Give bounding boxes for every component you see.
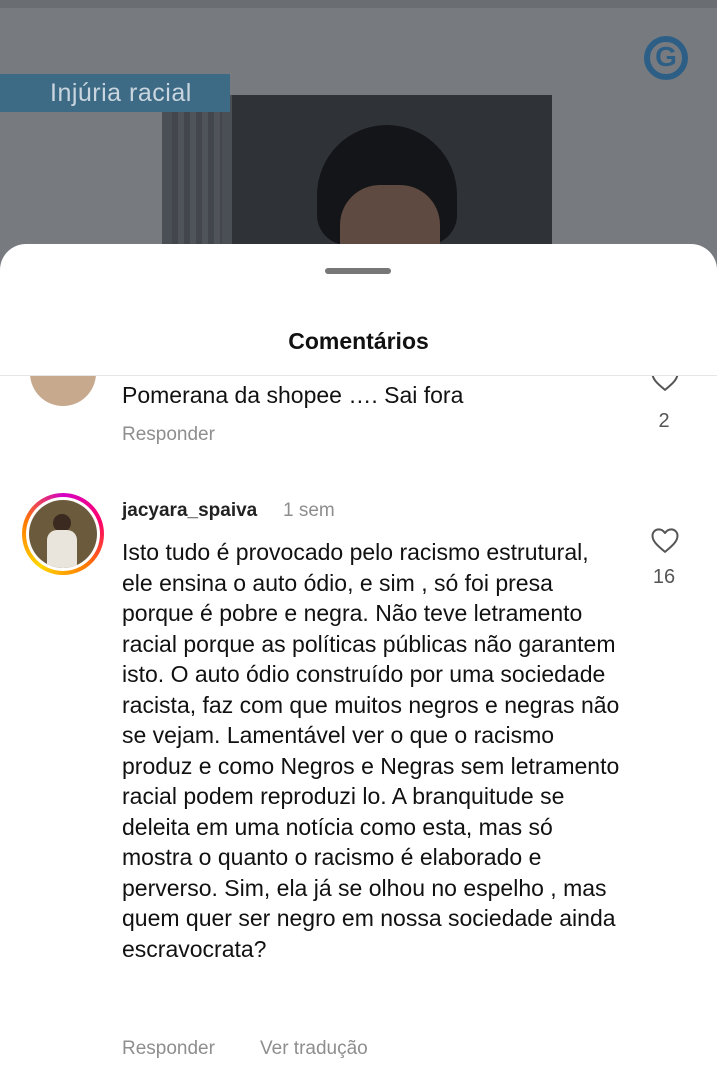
post-tag: Injúria racial — [0, 74, 230, 112]
reply-button[interactable]: Responder — [122, 424, 215, 446]
heart-icon[interactable] — [650, 526, 680, 554]
comment-text: Pomerana da shopee …. Sai fora — [122, 382, 464, 408]
like-count: 2 — [658, 410, 670, 432]
globo-logo-icon: G — [644, 36, 688, 80]
comments-sheet: Comentários Pomerana da shopee …. Sai fo… — [0, 244, 717, 1089]
comments-list[interactable]: Pomerana da shopee …. Sai fora Responder… — [0, 376, 717, 1089]
heart-icon[interactable] — [650, 376, 680, 392]
comment-text: Isto tudo é provocado pelo racismo estru… — [122, 539, 620, 962]
drag-handle[interactable] — [325, 268, 391, 274]
avatar[interactable] — [22, 493, 104, 575]
like-count: 16 — [652, 566, 676, 588]
comment-username[interactable]: jacyara_spaiva — [122, 500, 257, 522]
comment-time: 1 sem — [283, 500, 335, 521]
status-bar-strip — [0, 0, 717, 8]
sheet-title: Comentários — [288, 328, 429, 354]
reply-button[interactable]: Responder — [122, 1038, 215, 1060]
translate-button[interactable]: Ver tradução — [260, 1038, 368, 1060]
avatar[interactable] — [30, 376, 96, 406]
